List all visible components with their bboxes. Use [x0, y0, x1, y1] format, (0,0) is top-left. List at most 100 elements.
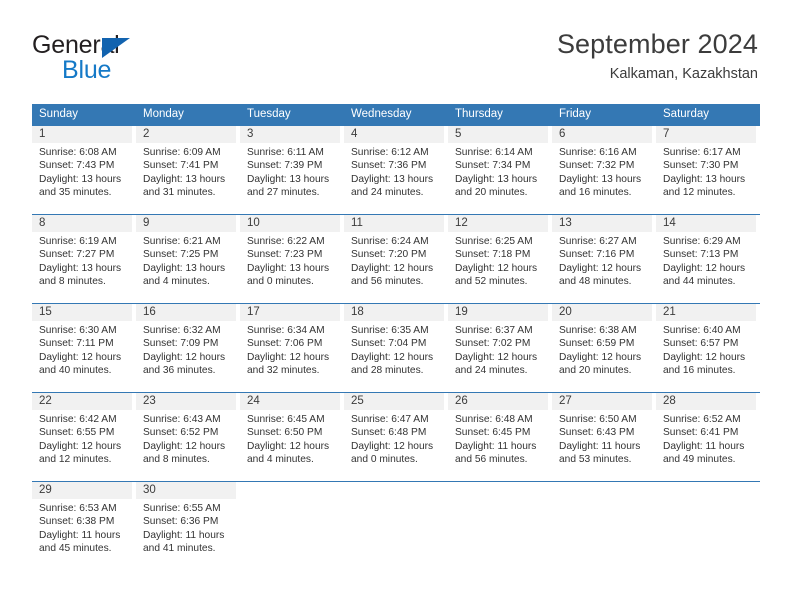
day-number: 12	[448, 215, 548, 232]
day-cell[interactable]: 11 Sunrise: 6:24 AM Sunset: 7:20 PM Dayl…	[344, 215, 448, 303]
sunrise-text: Sunrise: 6:14 AM	[455, 147, 533, 158]
day-header-thursday: Thursday	[455, 108, 503, 120]
sunrise-text: Sunrise: 6:43 AM	[143, 414, 221, 425]
daylight-text-line2: and 44 minutes.	[663, 276, 736, 288]
general-blue-logo[interactable]: General Blue	[32, 32, 212, 84]
day-number: 5	[448, 126, 548, 143]
daylight-text-line1: Daylight: 11 hours	[143, 529, 225, 541]
day-cell[interactable]: 26 Sunrise: 6:48 AM Sunset: 6:45 PM Dayl…	[448, 393, 552, 481]
day-cell[interactable]: 7 Sunrise: 6:17 AM Sunset: 7:30 PM Dayli…	[656, 126, 760, 214]
day-cell[interactable]: 14 Sunrise: 6:29 AM Sunset: 7:13 PM Dayl…	[656, 215, 760, 303]
day-cell[interactable]: 20 Sunrise: 6:38 AM Sunset: 6:59 PM Dayl…	[552, 304, 656, 392]
day-cell[interactable]: 25 Sunrise: 6:47 AM Sunset: 6:48 PM Dayl…	[344, 393, 448, 481]
sunrise-text: Sunrise: 6:27 AM	[559, 236, 637, 247]
day-cell[interactable]: 2 Sunrise: 6:09 AM Sunset: 7:41 PM Dayli…	[136, 126, 240, 214]
day-number	[552, 482, 652, 499]
day-cell[interactable]: 9 Sunrise: 6:21 AM Sunset: 7:25 PM Dayli…	[136, 215, 240, 303]
daylight-text-line2: and 41 minutes.	[143, 543, 216, 555]
daylight-text-line1: Daylight: 12 hours	[39, 351, 122, 363]
day-number: 7	[656, 126, 756, 143]
day-number: 3	[240, 126, 340, 143]
day-cell[interactable]: 5 Sunrise: 6:14 AM Sunset: 7:34 PM Dayli…	[448, 126, 552, 214]
day-number: 20	[552, 304, 652, 321]
sunset-text: Sunset: 6:59 PM	[559, 338, 635, 350]
day-details: Sunrise: 6:09 AM Sunset: 7:41 PM Dayligh…	[136, 143, 236, 200]
day-cell[interactable]: 10 Sunrise: 6:22 AM Sunset: 7:23 PM Dayl…	[240, 215, 344, 303]
sunrise-text: Sunrise: 6:55 AM	[143, 503, 221, 514]
day-cell[interactable]: 3 Sunrise: 6:11 AM Sunset: 7:39 PM Dayli…	[240, 126, 344, 214]
daylight-text-line1: Daylight: 12 hours	[351, 262, 434, 274]
daylight-text-line1: Daylight: 13 hours	[143, 262, 226, 274]
day-details: Sunrise: 6:17 AM Sunset: 7:30 PM Dayligh…	[656, 143, 756, 200]
day-cell[interactable]: 19 Sunrise: 6:37 AM Sunset: 7:02 PM Dayl…	[448, 304, 552, 392]
daylight-text-line2: and 4 minutes.	[143, 276, 210, 288]
day-cell[interactable]: 15 Sunrise: 6:30 AM Sunset: 7:11 PM Dayl…	[32, 304, 136, 392]
day-cell[interactable]: 21 Sunrise: 6:40 AM Sunset: 6:57 PM Dayl…	[656, 304, 760, 392]
day-cell[interactable]: 13 Sunrise: 6:27 AM Sunset: 7:16 PM Dayl…	[552, 215, 656, 303]
daylight-text-line2: and 20 minutes.	[455, 187, 528, 199]
day-cell[interactable]: 17 Sunrise: 6:34 AM Sunset: 7:06 PM Dayl…	[240, 304, 344, 392]
day-cell[interactable]: 22 Sunrise: 6:42 AM Sunset: 6:55 PM Dayl…	[32, 393, 136, 481]
day-header-friday: Friday	[559, 108, 591, 120]
sunrise-text: Sunrise: 6:30 AM	[39, 325, 117, 336]
sunrise-text: Sunrise: 6:52 AM	[663, 414, 741, 425]
sunrise-text: Sunrise: 6:53 AM	[39, 503, 117, 514]
daylight-text-line1: Daylight: 12 hours	[247, 440, 330, 452]
sunset-text: Sunset: 7:13 PM	[663, 249, 739, 261]
daylight-text-line1: Daylight: 13 hours	[247, 262, 330, 274]
day-cell[interactable]: 8 Sunrise: 6:19 AM Sunset: 7:27 PM Dayli…	[32, 215, 136, 303]
day-cell[interactable]: 12 Sunrise: 6:25 AM Sunset: 7:18 PM Dayl…	[448, 215, 552, 303]
day-number: 18	[344, 304, 444, 321]
day-details: Sunrise: 6:22 AM Sunset: 7:23 PM Dayligh…	[240, 232, 340, 289]
day-number: 1	[32, 126, 132, 143]
day-details: Sunrise: 6:16 AM Sunset: 7:32 PM Dayligh…	[552, 143, 652, 200]
sunrise-text: Sunrise: 6:38 AM	[559, 325, 637, 336]
calendar-week-row: 1 Sunrise: 6:08 AM Sunset: 7:43 PM Dayli…	[32, 125, 760, 214]
daylight-text-line2: and 40 minutes.	[39, 365, 112, 377]
sunset-text: Sunset: 7:34 PM	[455, 160, 531, 172]
day-details: Sunrise: 6:25 AM Sunset: 7:18 PM Dayligh…	[448, 232, 548, 289]
sunset-text: Sunset: 7:25 PM	[143, 249, 219, 261]
day-details: Sunrise: 6:30 AM Sunset: 7:11 PM Dayligh…	[32, 321, 132, 378]
sunrise-text: Sunrise: 6:35 AM	[351, 325, 429, 336]
daylight-text-line2: and 35 minutes.	[39, 187, 112, 199]
day-number: 21	[656, 304, 756, 321]
daylight-text-line1: Daylight: 12 hours	[351, 440, 434, 452]
day-number: 24	[240, 393, 340, 410]
sunset-text: Sunset: 7:18 PM	[455, 249, 531, 261]
daylight-text-line2: and 0 minutes.	[351, 454, 418, 466]
day-cell[interactable]: 29 Sunrise: 6:53 AM Sunset: 6:38 PM Dayl…	[32, 482, 136, 570]
triangle-icon	[102, 38, 130, 58]
daylight-text-line2: and 52 minutes.	[455, 276, 528, 288]
sunrise-text: Sunrise: 6:25 AM	[455, 236, 533, 247]
day-number: 8	[32, 215, 132, 232]
day-cell[interactable]: 1 Sunrise: 6:08 AM Sunset: 7:43 PM Dayli…	[32, 126, 136, 214]
sunrise-text: Sunrise: 6:37 AM	[455, 325, 533, 336]
daylight-text-line2: and 56 minutes.	[351, 276, 424, 288]
day-cell[interactable]: 16 Sunrise: 6:32 AM Sunset: 7:09 PM Dayl…	[136, 304, 240, 392]
daylight-text-line2: and 20 minutes.	[559, 365, 632, 377]
day-cell[interactable]: 30 Sunrise: 6:55 AM Sunset: 6:36 PM Dayl…	[136, 482, 240, 570]
day-number: 23	[136, 393, 236, 410]
day-number: 6	[552, 126, 652, 143]
day-cell[interactable]: 6 Sunrise: 6:16 AM Sunset: 7:32 PM Dayli…	[552, 126, 656, 214]
daylight-text-line1: Daylight: 13 hours	[39, 262, 122, 274]
day-cell[interactable]: 4 Sunrise: 6:12 AM Sunset: 7:36 PM Dayli…	[344, 126, 448, 214]
day-cell[interactable]: 28 Sunrise: 6:52 AM Sunset: 6:41 PM Dayl…	[656, 393, 760, 481]
day-cell[interactable]: 18 Sunrise: 6:35 AM Sunset: 7:04 PM Dayl…	[344, 304, 448, 392]
sunset-text: Sunset: 6:52 PM	[143, 427, 219, 439]
daylight-text-line2: and 24 minutes.	[455, 365, 528, 377]
day-number	[448, 482, 548, 499]
day-number: 28	[656, 393, 756, 410]
day-cell[interactable]: 23 Sunrise: 6:43 AM Sunset: 6:52 PM Dayl…	[136, 393, 240, 481]
daylight-text-line1: Daylight: 13 hours	[351, 173, 434, 185]
daylight-text-line1: Daylight: 11 hours	[559, 440, 641, 452]
day-header-tuesday: Tuesday	[247, 108, 291, 120]
day-cell[interactable]: 27 Sunrise: 6:50 AM Sunset: 6:43 PM Dayl…	[552, 393, 656, 481]
day-details: Sunrise: 6:11 AM Sunset: 7:39 PM Dayligh…	[240, 143, 340, 200]
day-details: Sunrise: 6:34 AM Sunset: 7:06 PM Dayligh…	[240, 321, 340, 378]
sunrise-text: Sunrise: 6:08 AM	[39, 147, 117, 158]
day-number: 9	[136, 215, 236, 232]
day-cell[interactable]: 24 Sunrise: 6:45 AM Sunset: 6:50 PM Dayl…	[240, 393, 344, 481]
calendar-grid: Sunday Monday Tuesday Wednesday Thursday…	[32, 104, 760, 570]
